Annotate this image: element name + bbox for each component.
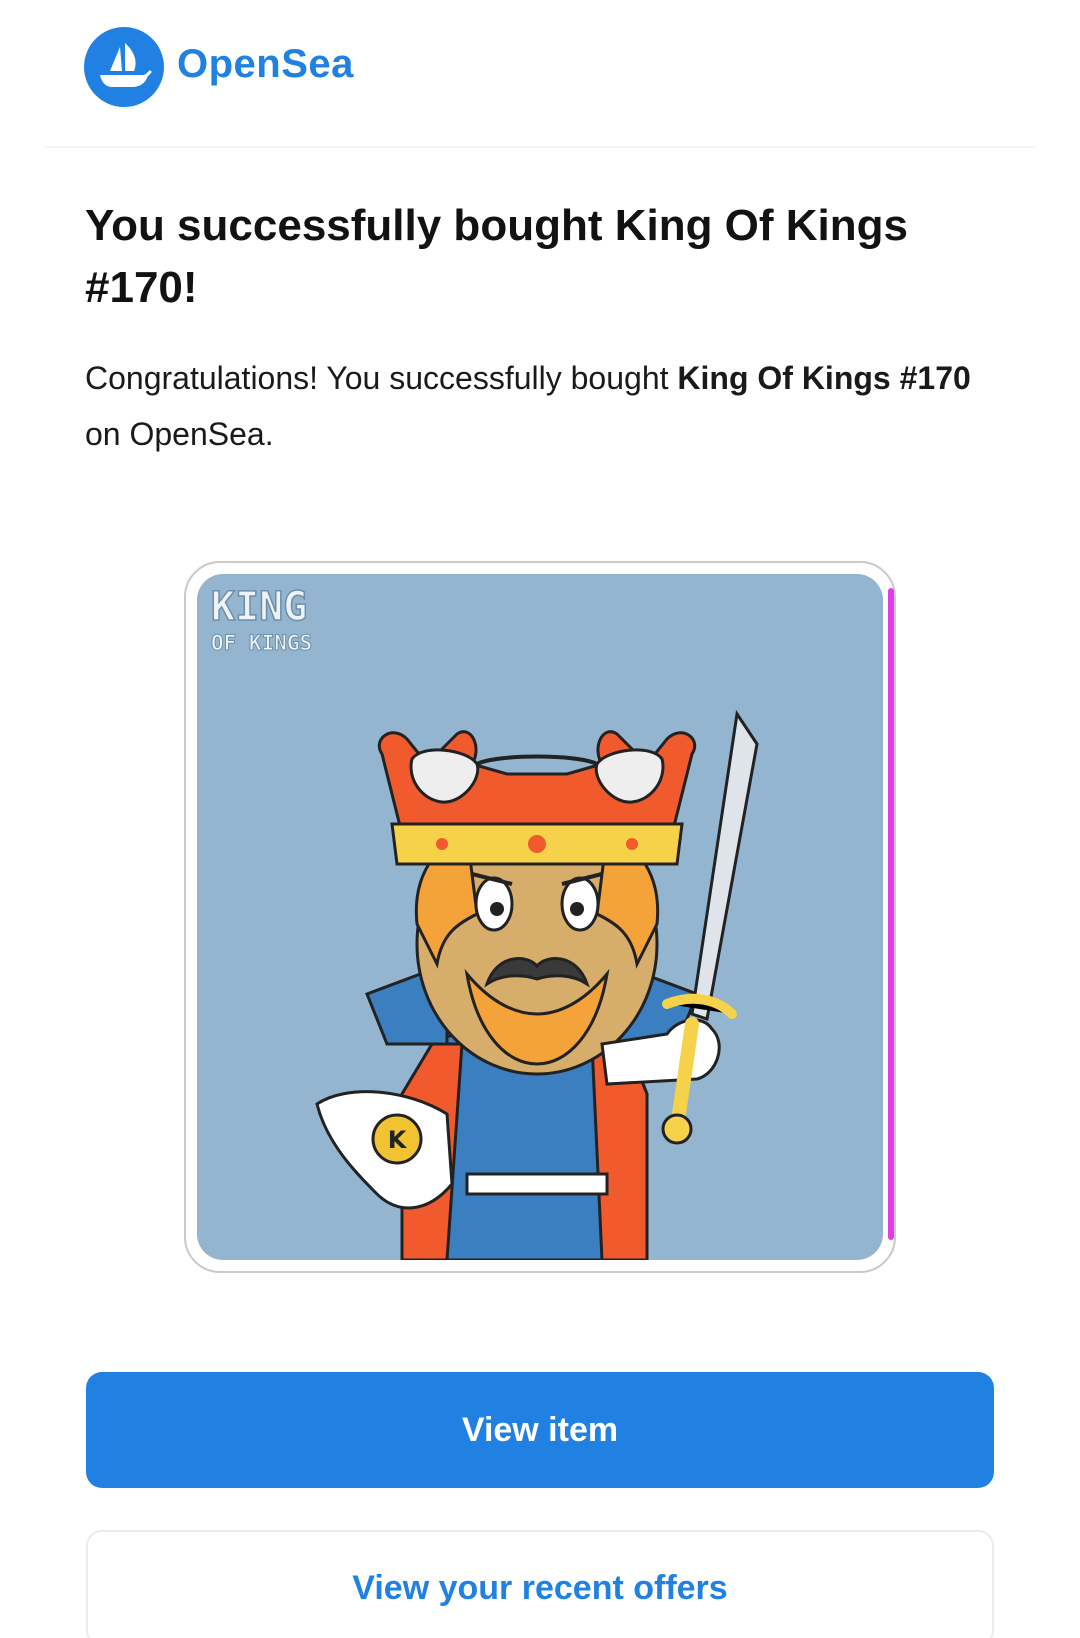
email-page: OpenSea You successfully bought King Of …: [0, 0, 1080, 1638]
item-name: King Of Kings #170: [677, 360, 971, 396]
brand-name[interactable]: OpenSea: [177, 42, 354, 87]
king-character-illustration: KING OF KINGS K: [210, 583, 759, 1260]
watermark-line1: KING: [211, 584, 307, 630]
email-header: OpenSea: [0, 0, 1080, 146]
notification-message: Congratulations! You successfully bought…: [85, 350, 1015, 462]
header-divider: [44, 146, 1036, 148]
view-recent-offers-button[interactable]: View your recent offers: [86, 1530, 994, 1638]
notification-title: You successfully bought King Of Kings #1…: [85, 201, 909, 312]
nft-frame-accent: [888, 588, 894, 1240]
watermark-line2: OF KINGS: [211, 631, 312, 655]
message-suffix: on OpenSea.: [85, 416, 274, 452]
message-prefix: Congratulations! You successfully bought: [85, 360, 678, 396]
svg-text:K: K: [388, 1126, 408, 1154]
nft-image[interactable]: KING OF KINGS K: [197, 574, 883, 1260]
opensea-logo-icon[interactable]: [84, 27, 164, 107]
view-item-button[interactable]: View item: [86, 1372, 994, 1488]
